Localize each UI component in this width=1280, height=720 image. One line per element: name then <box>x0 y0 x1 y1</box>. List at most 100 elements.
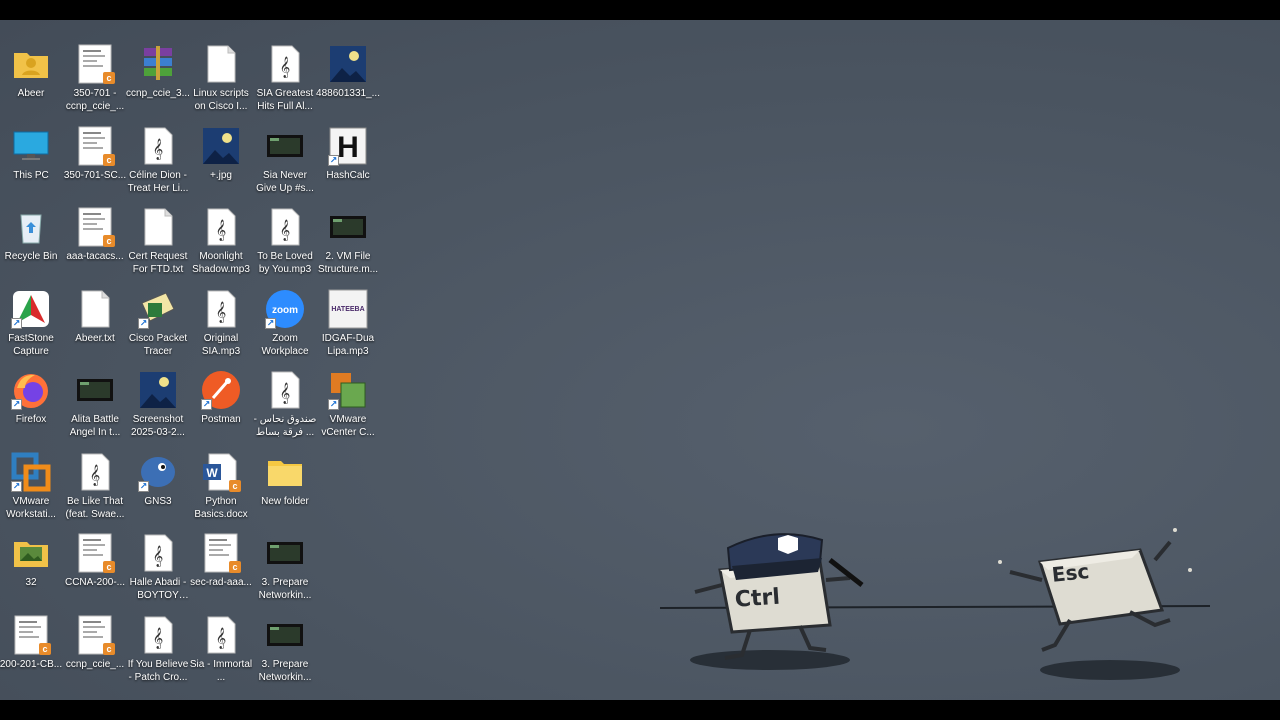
desktop-icon-label: Abeer.txt <box>75 332 115 344</box>
desktop-icon[interactable]: 488601331_... <box>316 44 380 122</box>
desktop-icon[interactable]: 𝄞 Original SIA.mp3 <box>190 289 252 367</box>
desktop-icon[interactable]: 𝄞 Céline Dion - Treat Her Li... <box>127 126 189 204</box>
desktop[interactable]: Abeer c 350-701 - ccnp_ccie_... ccnp_ccie_3… <box>0 20 1280 700</box>
desktop-icon-grid: Abeer c 350-701 - ccnp_ccie_... ccnp_ccie_3… <box>0 44 384 694</box>
desktop-icon-label: 350-701-SC... <box>63 169 127 181</box>
desktop-icon-label: Original SIA.mp3 <box>201 332 241 357</box>
desktop-icon-label: Cert Request For FTD.txt <box>128 251 188 275</box>
desktop-icon-label: Céline Dion - Treat Her Li... <box>127 169 189 194</box>
desktop-icon[interactable]: 𝄞 SIA Greatest Hits Full Al... <box>254 44 316 122</box>
sync-badge-icon: c <box>103 235 115 247</box>
desktop-icon[interactable]: 𝄞 صندوق نحاس - فرقة بساط ... <box>254 370 316 448</box>
word-doc-icon: Wc <box>201 452 241 492</box>
sync-badge-icon: c <box>103 72 115 84</box>
desktop-icon[interactable]: 3. Prepare Networkin... <box>254 615 316 693</box>
desktop-icon[interactable]: 𝄞 Be Like That (feat. Swae... <box>64 452 126 530</box>
desktop-icon-label: ccnp_ccie_... <box>65 658 125 670</box>
desktop-icon-label: Sia - Immortal ... <box>189 658 253 683</box>
desktop-icon[interactable]: ↗ Firefox <box>0 370 62 448</box>
text-file-icon <box>75 289 115 329</box>
wallpaper-ctrl-esc-art: Ctrl Esc <box>659 528 1211 680</box>
desktop-icon-label: 2. VM File Structure.m... <box>317 251 378 275</box>
desktop-icon[interactable]: c 350-701-SC... <box>64 126 126 204</box>
desktop-icon[interactable]: 2. VM File Structure.m... <box>317 207 379 285</box>
desktop-icon-label: Postman <box>201 414 241 425</box>
gns3-icon: ↗ <box>138 452 178 492</box>
desktop-icon-label: Abeer <box>17 88 45 99</box>
desktop-icon[interactable]: 𝄞 Halle Abadi - BOYTOY (Ly... <box>127 533 189 611</box>
video-file-icon <box>265 533 305 573</box>
top-black-bar <box>0 0 1280 20</box>
mp3-file-icon: 𝄞 <box>201 615 241 655</box>
desktop-icon[interactable]: ↗ VMware Workstati... <box>0 452 62 530</box>
desktop-icon[interactable]: 𝄞 If You Believe - Patch Cro... <box>127 615 189 693</box>
mp3-file-icon: 𝄞 <box>75 452 115 492</box>
desktop-icon[interactable]: c 200-201-CB... <box>0 615 62 693</box>
text-file-icon <box>201 44 241 84</box>
sync-badge-icon: c <box>103 561 115 573</box>
document-icon: c <box>75 533 115 573</box>
desktop-icon-label: Zoom Workplace <box>261 332 309 357</box>
desktop-icon[interactable]: ↗ Postman <box>190 370 252 448</box>
desktop-icon[interactable]: Sia Never Give Up #s... <box>254 126 316 204</box>
svg-text:HATEEBA: HATEEBA <box>331 306 364 313</box>
desktop-icon[interactable]: Abeer.txt <box>64 289 126 367</box>
desktop-icon[interactable]: 3. Prepare Networkin... <box>254 533 316 611</box>
desktop-icon[interactable]: ↗ GNS3 <box>127 452 189 530</box>
desktop-icon-label: This PC <box>13 169 49 181</box>
desktop-icon[interactable]: Wc Python Basics.docx <box>190 452 252 530</box>
mp3-file-icon: 𝄞 <box>201 207 241 247</box>
desktop-icon-label: GNS3 <box>144 495 172 507</box>
desktop-icon-label: 488601331_... <box>316 88 380 99</box>
desktop-icon[interactable]: New folder <box>254 452 316 530</box>
desktop-icon[interactable]: Cert Request For FTD.txt <box>127 207 189 285</box>
desktop-icon[interactable]: ↗ Cisco Packet Tracer <box>127 289 189 367</box>
desktop-icon[interactable]: This PC <box>0 126 62 204</box>
folder-icon <box>265 452 305 492</box>
desktop-icon[interactable]: Linux scripts on Cisco I... <box>190 44 252 122</box>
video-file-icon <box>328 207 368 247</box>
zoom-icon: zoom ↗ <box>265 289 305 329</box>
desktop-icon[interactable]: Alita Battle Angel In t... <box>64 370 126 448</box>
desktop-icon[interactable]: ↗ FastStone Capture <box>0 289 62 367</box>
desktop-icon[interactable]: 𝄞 Moonlight Shadow.mp3 <box>190 207 252 285</box>
desktop-icon-label: Linux scripts on Cisco I... <box>193 88 249 112</box>
desktop-icon-label: HashCalc <box>326 169 370 181</box>
svg-text:𝄞: 𝄞 <box>216 302 227 323</box>
desktop-icon-label: VMware Workstati... <box>6 495 56 520</box>
desktop-icon[interactable]: 32 <box>0 533 62 611</box>
desktop-icon-label: 350-701 - ccnp_ccie_... <box>65 88 125 112</box>
svg-text:W: W <box>206 466 218 480</box>
text-file-icon <box>138 207 178 247</box>
desktop-icon[interactable]: HATEEBA IDGAF-Dua Lipa.mp3 <box>317 289 379 367</box>
desktop-icon[interactable]: c ccnp_ccie_... <box>64 615 126 693</box>
desktop-icon[interactable]: +.jpg <box>190 126 252 204</box>
svg-text:𝄞: 𝄞 <box>153 546 164 567</box>
sync-badge-icon: c <box>103 642 115 655</box>
svg-text:𝄞: 𝄞 <box>280 383 291 404</box>
desktop-icon[interactable]: 𝄞 To Be Loved by You.mp3 <box>254 207 316 285</box>
desktop-icon[interactable]: Screenshot 2025-03-2... <box>127 370 189 448</box>
desktop-icon[interactable]: Abeer <box>0 44 62 122</box>
desktop-icon[interactable]: H ↗ HashCalc <box>317 126 379 204</box>
desktop-icon[interactable]: zoom ↗ Zoom Workplace <box>254 289 316 367</box>
desktop-icon-label: SIA Greatest Hits Full Al... <box>256 88 314 112</box>
desktop-icon[interactable]: c 350-701 - ccnp_ccie_... <box>64 44 126 122</box>
desktop-icon-label: +.jpg <box>210 169 232 181</box>
shortcut-arrow-icon: ↗ <box>201 399 212 410</box>
desktop-icon[interactable]: c CCNA-200-... <box>64 533 126 611</box>
shortcut-arrow-icon: ↗ <box>11 317 22 329</box>
desktop-icon[interactable]: 𝄞 Sia - Immortal ... <box>190 615 252 693</box>
desktop-icon[interactable]: ↗ VMware vCenter C... <box>317 370 379 448</box>
desktop-icon[interactable]: ccnp_ccie_3... <box>126 44 190 122</box>
shortcut-arrow-icon: ↗ <box>328 399 339 410</box>
sync-badge-icon: c <box>39 642 51 655</box>
desktop-icon-label: VMware vCenter C... <box>321 414 375 438</box>
svg-text:𝄞: 𝄞 <box>153 628 164 649</box>
hashcalc-icon: H ↗ <box>328 126 368 166</box>
desktop-icon[interactable]: c aaa-tacacs... <box>64 207 126 285</box>
svg-text:𝄞: 𝄞 <box>90 465 101 486</box>
desktop-icon[interactable]: Recycle Bin <box>0 207 62 285</box>
packet-tracer-icon: ↗ <box>138 289 178 329</box>
desktop-icon[interactable]: c sec-rad-aaa... <box>190 533 252 611</box>
